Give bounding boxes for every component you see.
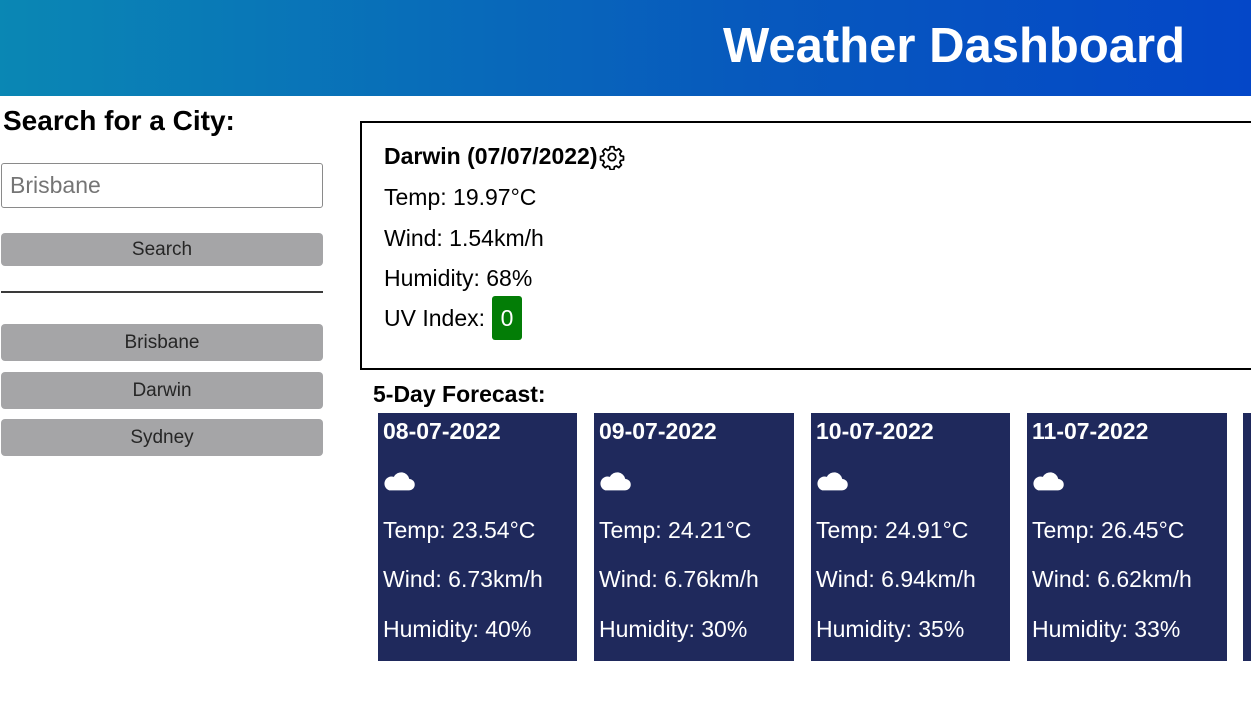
forecast-wind: Wind: 6.94km/h [816, 566, 976, 592]
forecast-temp: Temp: 26.45°C [1032, 517, 1185, 543]
city-search-input[interactable] [1, 163, 323, 208]
forecast-card: 10-07-2022 Temp: 24.91°C Wind: 6.94km/h … [811, 413, 1010, 661]
page-header: Weather Dashboard [0, 0, 1251, 96]
cloud-icon [384, 472, 415, 491]
current-wind: Wind: 1.54km/h [384, 225, 544, 251]
forecast-card: 09-07-2022 Temp: 24.21°C Wind: 6.76km/h … [594, 413, 794, 661]
search-button[interactable]: Search [1, 233, 323, 266]
page-title: Weather Dashboard [723, 19, 1185, 73]
forecast-humidity: Humidity: 30% [599, 616, 748, 642]
forecast-wind: Wind: 6.73km/h [383, 566, 543, 592]
forecast-date: 09-07-2022 [599, 418, 717, 444]
uv-index-badge: 0 [492, 296, 522, 340]
current-humidity: Humidity: 68% [384, 265, 533, 291]
gear-icon [599, 145, 624, 170]
forecast-card: 11-07-2022 Temp: 26.45°C Wind: 6.62km/h … [1027, 413, 1227, 661]
forecast-temp: Temp: 24.21°C [599, 517, 752, 543]
cloud-icon [1033, 472, 1064, 491]
forecast-wind: Wind: 6.62km/h [1032, 566, 1192, 592]
search-heading: Search for a City: [3, 105, 235, 136]
history-button-brisbane[interactable]: Brisbane [1, 324, 323, 361]
forecast-date: 11-07-2022 [1032, 418, 1149, 444]
forecast-temp: Temp: 23.54°C [383, 517, 536, 543]
forecast-humidity: Humidity: 40% [383, 616, 532, 642]
forecast-humidity: Humidity: 33% [1032, 616, 1181, 642]
forecast-date: 10-07-2022 [816, 418, 934, 444]
forecast-date: 08-07-2022 [383, 418, 501, 444]
forecast-humidity: Humidity: 35% [816, 616, 965, 642]
history-button-darwin[interactable]: Darwin [1, 372, 323, 409]
forecast-temp: Temp: 24.91°C [816, 517, 969, 543]
uv-label: UV Index: [384, 304, 485, 331]
forecast-title: 5-Day Forecast: [373, 381, 546, 407]
current-temp: Temp: 19.97°C [384, 184, 537, 210]
cloud-icon [600, 472, 631, 491]
city-date-label: Darwin (07/07/2022) [384, 143, 598, 169]
forecast-wind: Wind: 6.76km/h [599, 566, 759, 592]
current-weather-panel: Darwin (07/07/2022) Temp: 19.97°C Wind: … [360, 121, 1251, 370]
current-weather-title: Darwin (07/07/2022) [384, 143, 625, 170]
forecast-card-partial [1243, 413, 1251, 661]
cloud-icon [817, 472, 848, 491]
history-button-sydney[interactable]: Sydney [1, 419, 323, 456]
divider [1, 291, 323, 293]
forecast-card: 08-07-2022 Temp: 23.54°C Wind: 6.73km/h … [378, 413, 577, 661]
current-uv-row: UV Index: 0 [384, 296, 522, 340]
